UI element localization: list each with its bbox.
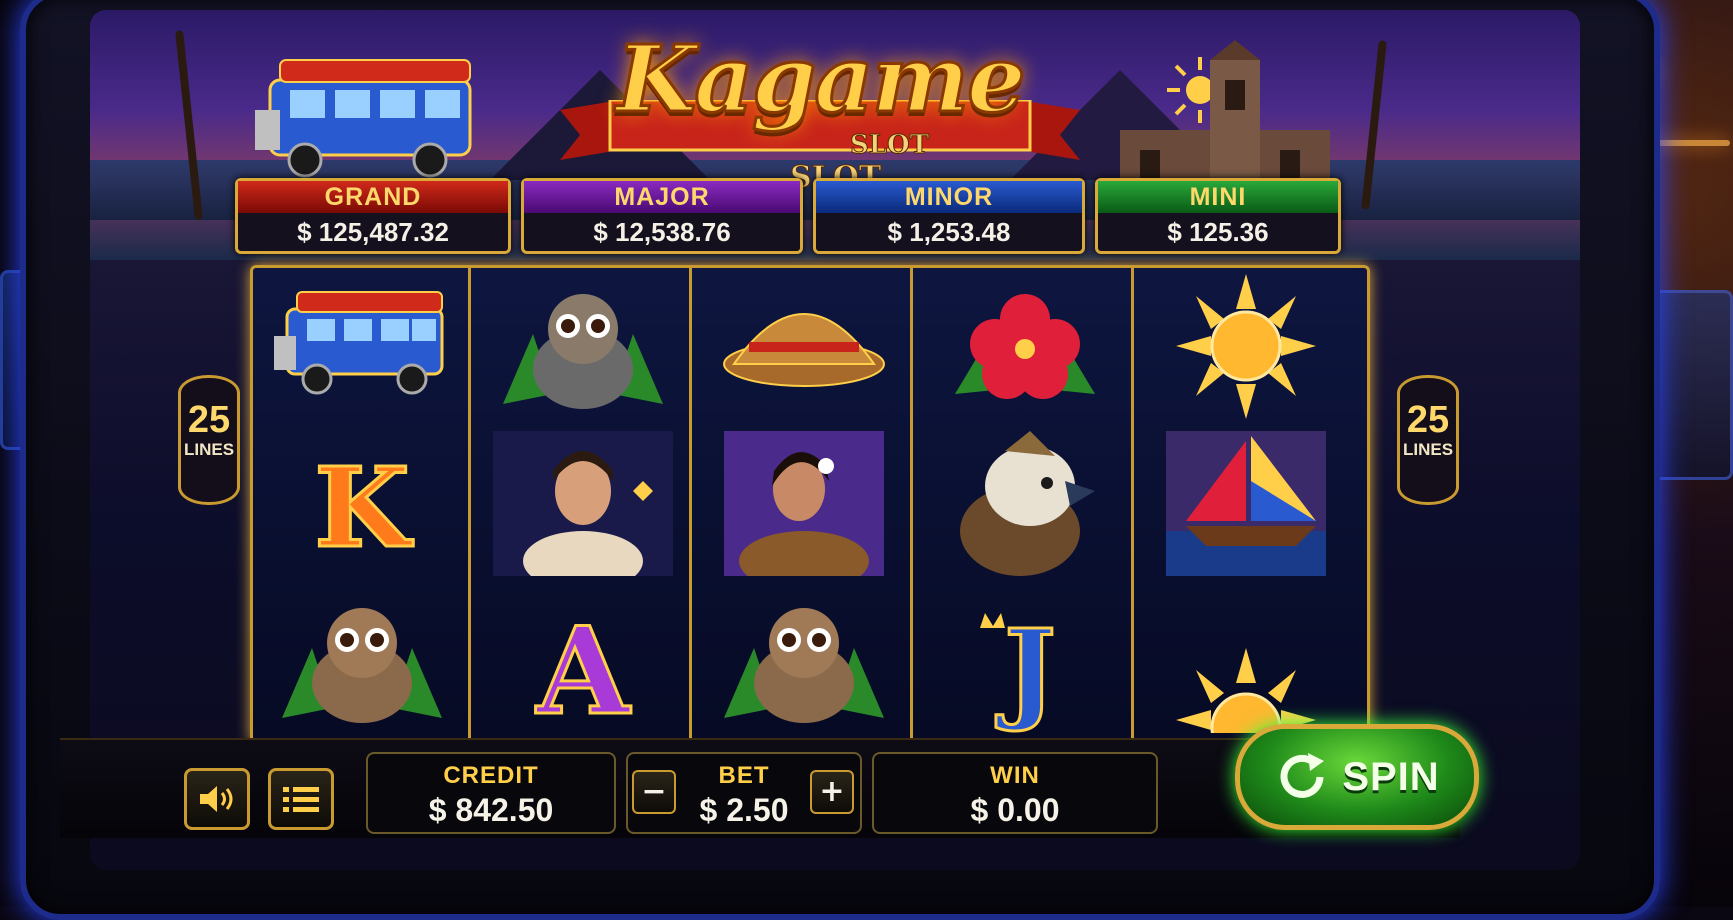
menu-icon (283, 787, 319, 812)
reel-symbol: J (916, 582, 1134, 739)
filipina-woman-icon (724, 431, 884, 576)
svg-text:A: A (535, 601, 631, 733)
paylines-count: 25 (187, 399, 231, 441)
reel-symbol (253, 582, 471, 739)
jeepney-icon (274, 291, 444, 395)
jackpot-grand-value: $ 125,487.32 (297, 217, 449, 247)
game-title: Kagame (615, 24, 1027, 135)
paylines-label: LINES (1402, 440, 1454, 459)
jackpot-mini: MINI $ 125.36 (1095, 178, 1341, 254)
speaker-icon (200, 786, 233, 812)
reel-symbol (1137, 425, 1355, 582)
background-slot-machine (1650, 290, 1733, 480)
paylines-label: LINES (183, 440, 235, 459)
jackpot-display: GRAND $ 125,487.32 MAJOR $ 12,538.76 MIN… (235, 178, 1475, 258)
tarsier-icon (724, 608, 884, 723)
philippine-eagle-icon (960, 431, 1095, 576)
reel-symbol: K (253, 425, 471, 582)
hibiscus-icon (955, 294, 1095, 399)
jackpot-mini-label: MINI (1098, 181, 1338, 213)
tarsier-icon (282, 608, 442, 723)
bet-decrease-button[interactable]: − (632, 770, 676, 814)
letter-k-icon: K (313, 442, 415, 574)
credit-value: $ 842.50 (428, 792, 554, 828)
reel-1: K (253, 268, 471, 740)
jeepney-icon (255, 59, 472, 178)
reel-symbol (474, 425, 692, 582)
svg-text:K: K (314, 443, 413, 572)
svg-text:J: J (995, 605, 1056, 733)
paylines-badge-right: 25 LINES (1397, 375, 1459, 505)
win-value: $ 0.00 (970, 792, 1060, 828)
reel-symbol (695, 582, 913, 739)
sun-icon (1176, 274, 1316, 419)
jackpot-major-value: $ 12,538.76 (593, 217, 731, 247)
win-panel: WIN $ 0.00 (872, 752, 1158, 834)
refresh-icon (1280, 753, 1325, 798)
salakot-hat-icon (723, 313, 885, 387)
game-logo: Kagame SLOT SLOT (560, 20, 1080, 196)
bet-increase-button[interactable]: + (810, 770, 854, 814)
reel-symbol (1137, 582, 1355, 739)
jackpot-minor-label: MINOR (816, 181, 1082, 213)
paylines-badge-left: 25 LINES (178, 375, 240, 505)
jackpot-minor: MINOR $ 1,253.48 (813, 178, 1085, 254)
reel-5 (1137, 268, 1355, 740)
spin-label: SPIN (1342, 754, 1440, 799)
reel-area[interactable]: K A J (250, 265, 1370, 743)
reel-symbol (916, 425, 1134, 582)
reel-3 (695, 268, 913, 740)
spin-button[interactable]: SPIN (1235, 724, 1479, 830)
reel-symbol (474, 268, 692, 425)
sun-icon (1176, 648, 1316, 733)
jackpot-grand: GRAND $ 125,487.32 (235, 178, 511, 254)
reel-symbol: A (474, 582, 692, 739)
credit-panel: CREDIT $ 842.50 (366, 752, 616, 834)
paylines-count: 25 (1406, 399, 1450, 441)
reel-4: J (916, 268, 1134, 740)
sailboat-icon (1166, 431, 1326, 576)
credit-label: CREDIT (443, 762, 539, 789)
reel-symbol (1137, 268, 1355, 425)
jackpot-major: MAJOR $ 12,538.76 (521, 178, 803, 254)
tarsier-icon (503, 294, 663, 409)
reel-symbol (916, 268, 1134, 425)
jackpot-minor-value: $ 1,253.48 (887, 217, 1011, 247)
menu-button[interactable] (268, 768, 334, 830)
reel-symbol (695, 425, 913, 582)
win-label: WIN (990, 762, 1040, 789)
reel-2: A (474, 268, 692, 740)
game-subtitle: SLOT (849, 130, 930, 161)
reel-symbol (253, 268, 471, 425)
jackpot-grand-label: GRAND (238, 181, 508, 213)
reel-symbol (695, 268, 913, 425)
jackpot-mini-value: $ 125.36 (1167, 217, 1269, 247)
letter-a-icon: A (534, 600, 633, 734)
filipina-woman-icon (493, 431, 673, 576)
letter-j-icon: J (980, 604, 1058, 733)
jackpot-major-label: MAJOR (524, 181, 800, 213)
sound-button[interactable] (184, 768, 250, 830)
